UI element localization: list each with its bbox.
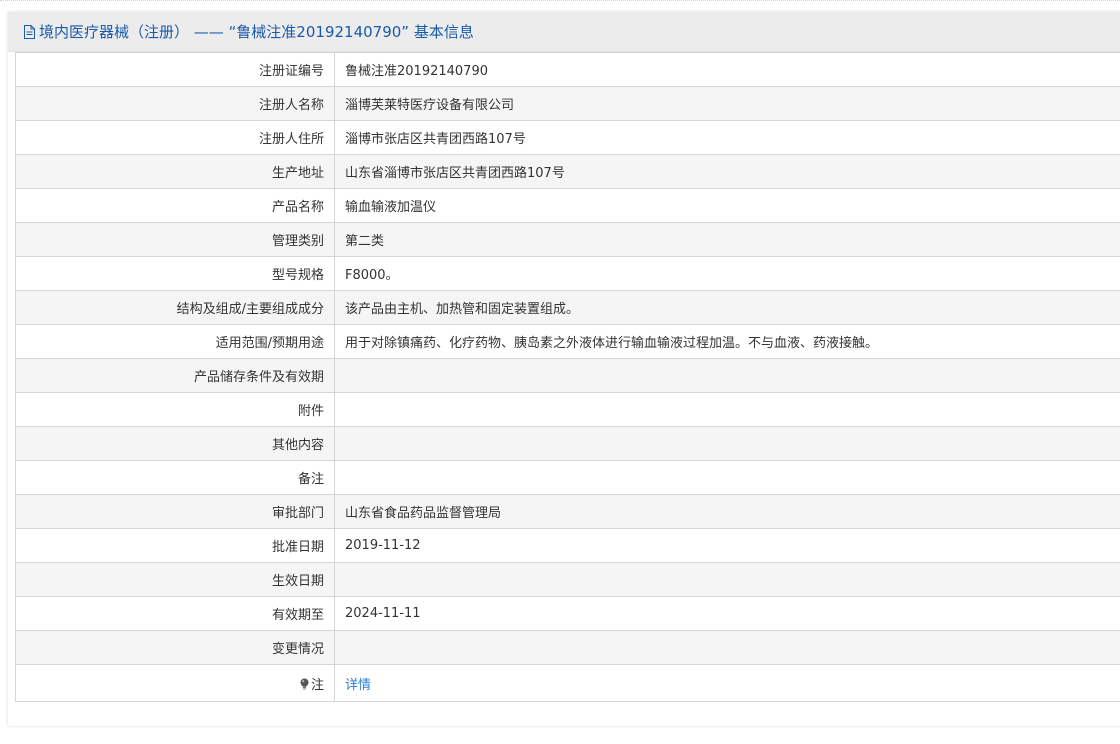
field-value: 淄博芙莱特医疗设备有限公司 — [334, 86, 1120, 121]
table-row: 备注 — [15, 460, 1120, 495]
field-label: 注册证编号 — [15, 52, 335, 87]
field-label: 适用范围/预期用途 — [15, 324, 335, 359]
note-label-cell: 注 — [15, 664, 335, 702]
field-label: 生效日期 — [15, 562, 335, 597]
field-value: 鲁械注准20192140790 — [334, 52, 1120, 87]
table-row: 附件 — [15, 392, 1120, 427]
field-value: 用于对除镇痛药、化疗药物、胰岛素之外液体进行输血输液过程加温。不与血液、药液接触… — [334, 324, 1120, 359]
field-value — [334, 630, 1120, 665]
field-label: 批准日期 — [15, 528, 335, 563]
table-row: 注册证编号 鲁械注准20192140790 — [15, 52, 1120, 87]
field-label: 其他内容 — [15, 426, 335, 461]
field-label: 型号规格 — [15, 256, 335, 291]
table-row: 变更情况 — [15, 630, 1120, 665]
field-value — [334, 562, 1120, 597]
field-value: 山东省食品药品监督管理局 — [334, 494, 1120, 529]
field-value: 第二类 — [334, 222, 1120, 257]
field-label: 变更情况 — [15, 630, 335, 665]
table-row: 其他内容 — [15, 426, 1120, 461]
field-value — [334, 358, 1120, 393]
table-row: 结构及组成/主要组成成分 该产品由主机、加热管和固定装置组成。 — [15, 290, 1120, 325]
field-value: 该产品由主机、加热管和固定装置组成。 — [334, 290, 1120, 325]
field-label: 管理类别 — [15, 222, 335, 257]
panel-header: 境内医疗器械（注册） —— “鲁械注准20192140790” 基本信息 — [8, 12, 1120, 52]
table-row: 生产地址 山东省淄博市张店区共青团西路107号 — [15, 154, 1120, 189]
note-value-cell: 详情 — [334, 664, 1120, 702]
table-row: 注册人名称 淄博芙莱特医疗设备有限公司 — [15, 86, 1120, 121]
field-label: 审批部门 — [15, 494, 335, 529]
details-link[interactable]: 详情 — [345, 678, 371, 693]
field-value: 淄博市张店区共青团西路107号 — [334, 120, 1120, 155]
field-value: 山东省淄博市张店区共青团西路107号 — [334, 154, 1120, 189]
table-row: 有效期至 2024-11-11 — [15, 596, 1120, 631]
field-value: F8000。 — [334, 256, 1120, 291]
field-label: 有效期至 — [15, 596, 335, 631]
table-row: 批准日期 2019-11-12 — [15, 528, 1120, 563]
field-value — [334, 460, 1120, 495]
field-value: 2019-11-12 — [334, 528, 1120, 563]
lightbulb-icon — [299, 678, 310, 690]
document-icon — [23, 24, 36, 39]
table-row: 审批部门 山东省食品药品监督管理局 — [15, 494, 1120, 529]
field-value: 2024-11-11 — [334, 596, 1120, 631]
field-label: 产品储存条件及有效期 — [15, 358, 335, 393]
field-label: 备注 — [15, 460, 335, 495]
table-row: 管理类别 第二类 — [15, 222, 1120, 257]
table-row: 型号规格 F8000。 — [15, 256, 1120, 291]
table-row: 适用范围/预期用途 用于对除镇痛药、化疗药物、胰岛素之外液体进行输血输液过程加温。… — [15, 324, 1120, 359]
table-row: 生效日期 — [15, 562, 1120, 597]
page-title: 境内医疗器械（注册） —— “鲁械注准20192140790” 基本信息 — [39, 23, 474, 41]
top-dotted-divider — [0, 0, 1120, 2]
field-value: 输血输液加温仪 — [334, 188, 1120, 223]
note-row: 注 详情 — [15, 664, 1120, 702]
table-row: 产品储存条件及有效期 — [15, 358, 1120, 393]
field-value — [334, 392, 1120, 427]
field-label: 注册人名称 — [15, 86, 335, 121]
field-label: 生产地址 — [15, 154, 335, 189]
table-row: 产品名称 输血输液加温仪 — [15, 188, 1120, 223]
field-label: 注册人住所 — [15, 120, 335, 155]
field-value — [334, 426, 1120, 461]
note-label: 注 — [310, 677, 324, 693]
basic-info-table: 注册证编号 鲁械注准20192140790 注册人名称 淄博芙莱特医疗设备有限公司 注册… — [15, 52, 1120, 702]
field-label: 附件 — [15, 392, 335, 427]
field-label: 产品名称 — [15, 188, 335, 223]
table-row: 注册人住所 淄博市张店区共青团西路107号 — [15, 120, 1120, 155]
field-label: 结构及组成/主要组成成分 — [15, 290, 335, 325]
